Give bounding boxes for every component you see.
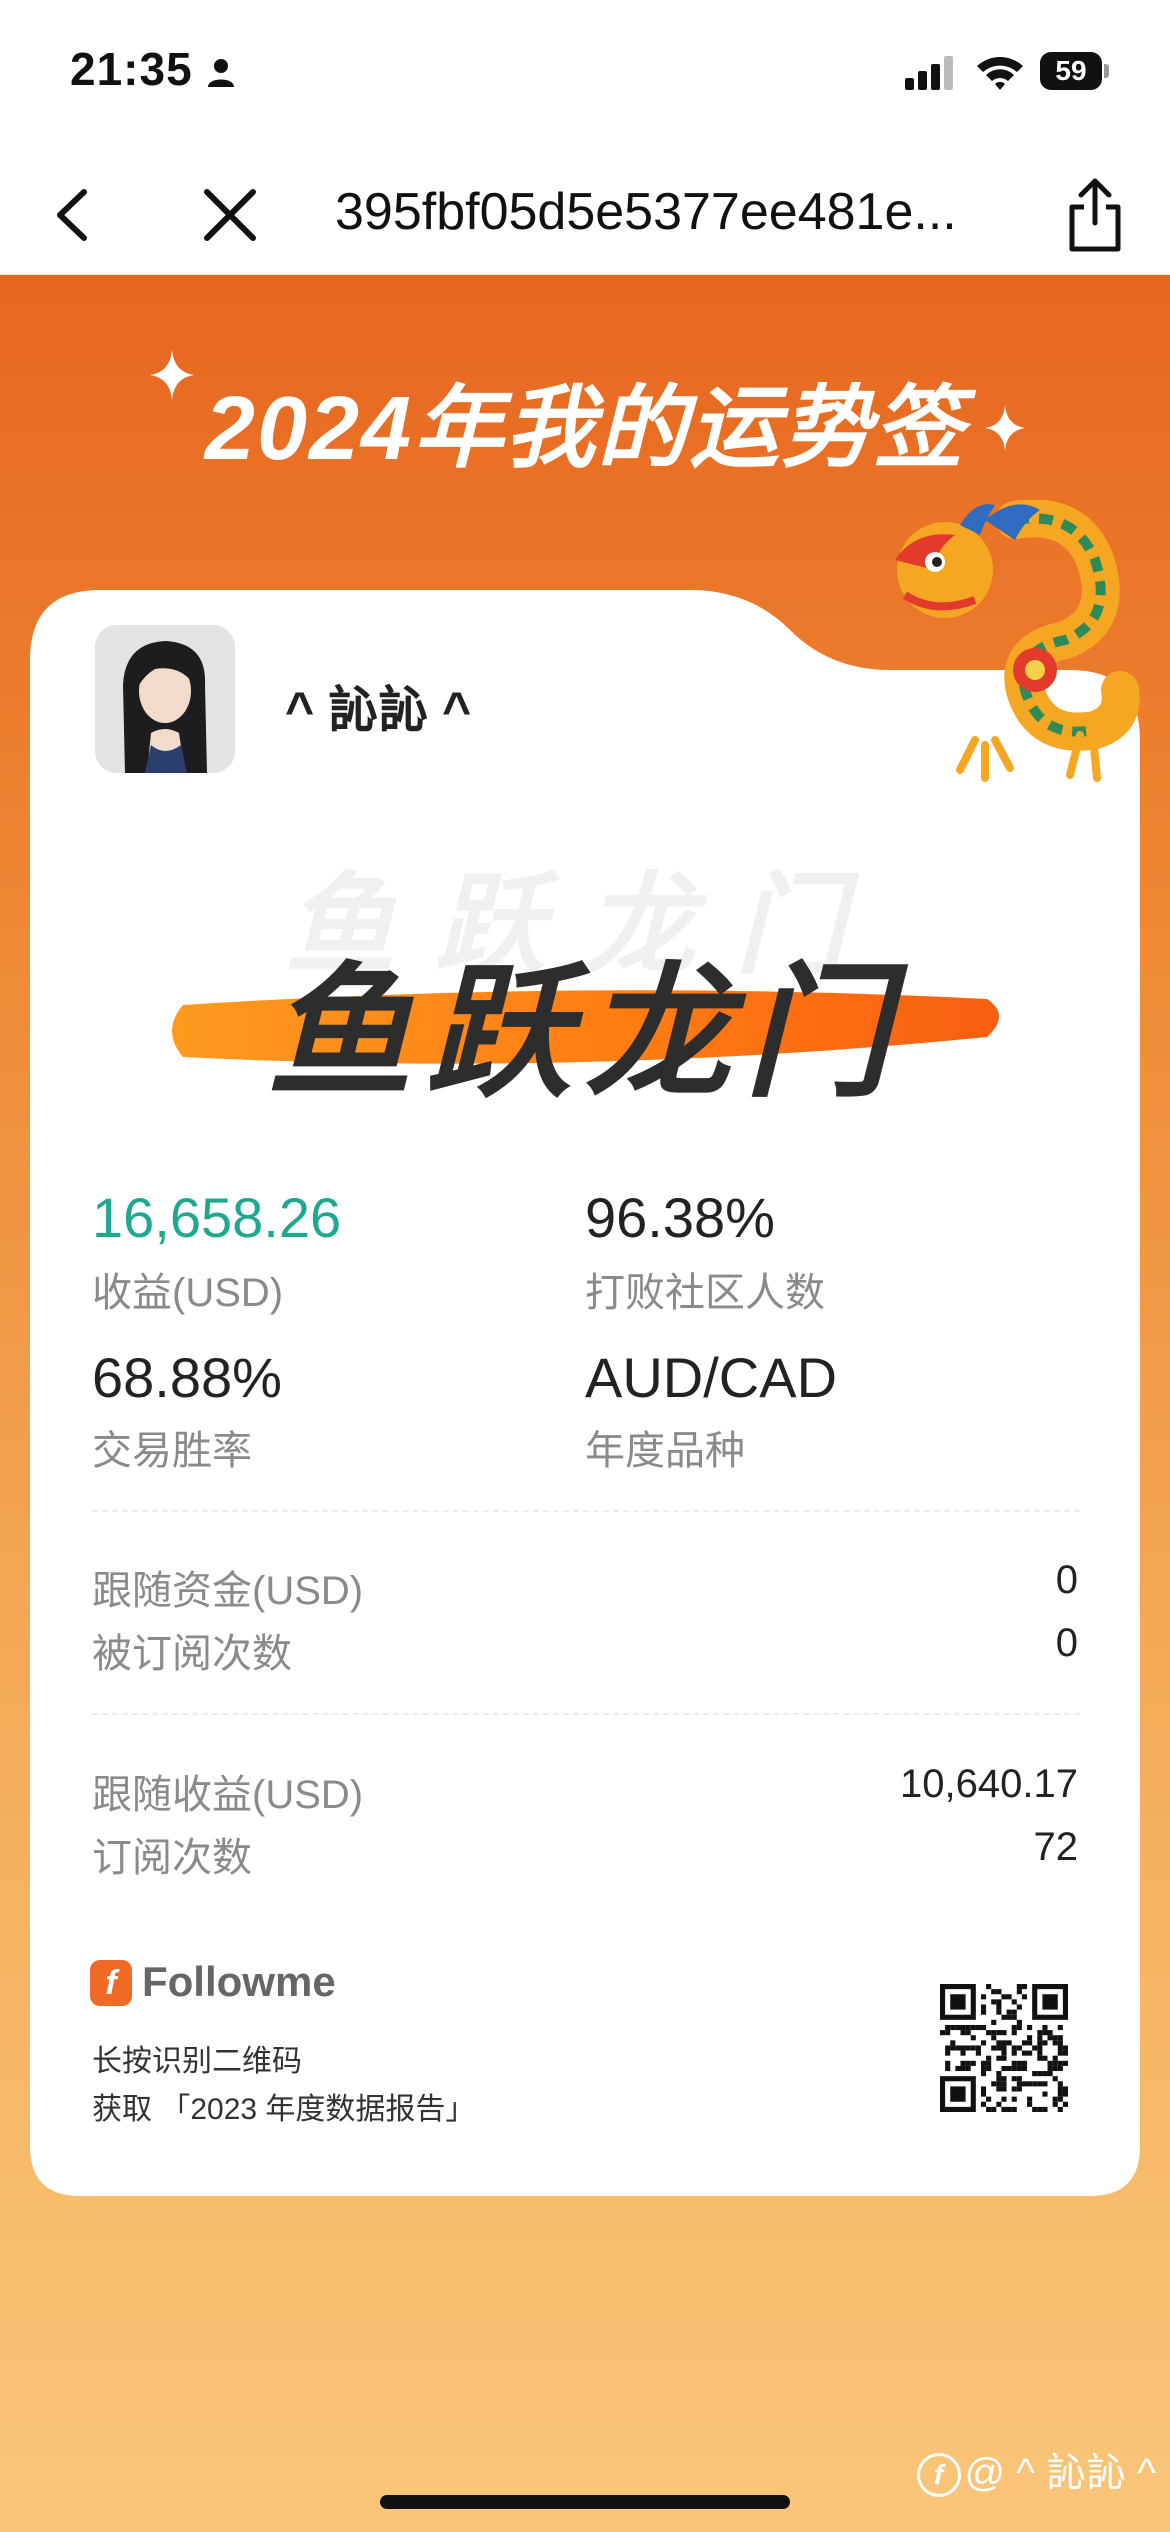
home-indicator[interactable]: [380, 2495, 790, 2509]
sparkle-icon: [985, 405, 1025, 451]
close-icon[interactable]: [195, 180, 265, 250]
subscribed-count-value: 0: [1055, 1621, 1078, 1665]
win-rate-value: 68.88%: [92, 1346, 282, 1409]
qr-report-text: 获取 「2023 年度数据报告」: [92, 2093, 476, 2126]
battery-level: 59: [1055, 55, 1087, 86]
follow-profit-label: 跟随收益(USD): [92, 1773, 364, 1817]
share-icon[interactable]: [1060, 175, 1130, 255]
status-time: 21:35: [70, 43, 193, 95]
battery-indicator: 59: [1040, 52, 1110, 92]
watermark: f @ ^ 訫訫 ^: [916, 2440, 1156, 2498]
subscription-count-value: 72: [1033, 1825, 1079, 1869]
browser-nav-bar: 395fbf05d5e5377ee481e...: [0, 150, 1170, 275]
follow-funds-value: 0: [1055, 1558, 1078, 1602]
annual-symbol-label: 年度品种: [585, 1429, 745, 1473]
status-bar: 21:35 59: [0, 0, 1170, 150]
brand-name: Followme: [142, 1958, 336, 2005]
beat-community-label: 打败社区人数: [585, 1271, 825, 1315]
page-url-title: 395fbf05d5e5377ee481e...: [335, 183, 957, 241]
fortune-motto: 鱼跃龙门: [267, 952, 903, 1114]
back-icon[interactable]: [40, 180, 110, 250]
avatar-portrait: [95, 625, 235, 773]
divider: [92, 1510, 1080, 1512]
username: ^ 訫訫 ^: [285, 682, 472, 738]
wifi-icon: [977, 57, 1023, 90]
profit-value: 16,658.26: [92, 1186, 342, 1249]
avatar: [95, 625, 235, 773]
followme-watermark-icon: f: [916, 2453, 961, 2498]
follow-profit-value: 10,640.17: [900, 1762, 1078, 1806]
subscription-count-label: 订阅次数: [92, 1836, 252, 1880]
subscribed-count-label: 被订阅次数: [92, 1632, 292, 1676]
followme-logo-icon: f: [90, 1960, 132, 2006]
signal-icon: [905, 56, 953, 90]
annual-symbol-value: AUD/CAD: [585, 1346, 838, 1409]
win-rate-label: 交易胜率: [92, 1429, 252, 1473]
profit-label: 收益(USD): [92, 1271, 284, 1315]
follow-funds-label: 跟随资金(USD): [92, 1569, 364, 1613]
qr-code[interactable]: [940, 1984, 1068, 2112]
battery-tip: [1104, 64, 1109, 78]
beat-community-value: 96.38%: [585, 1186, 775, 1249]
dragon-illustration: [895, 500, 1140, 782]
qr-instruction: 长按识别二维码: [92, 2045, 302, 2078]
person-icon: [208, 59, 234, 87]
watermark-text: @ ^ 訫訫 ^: [964, 2451, 1156, 2495]
divider: [92, 1713, 1080, 1715]
